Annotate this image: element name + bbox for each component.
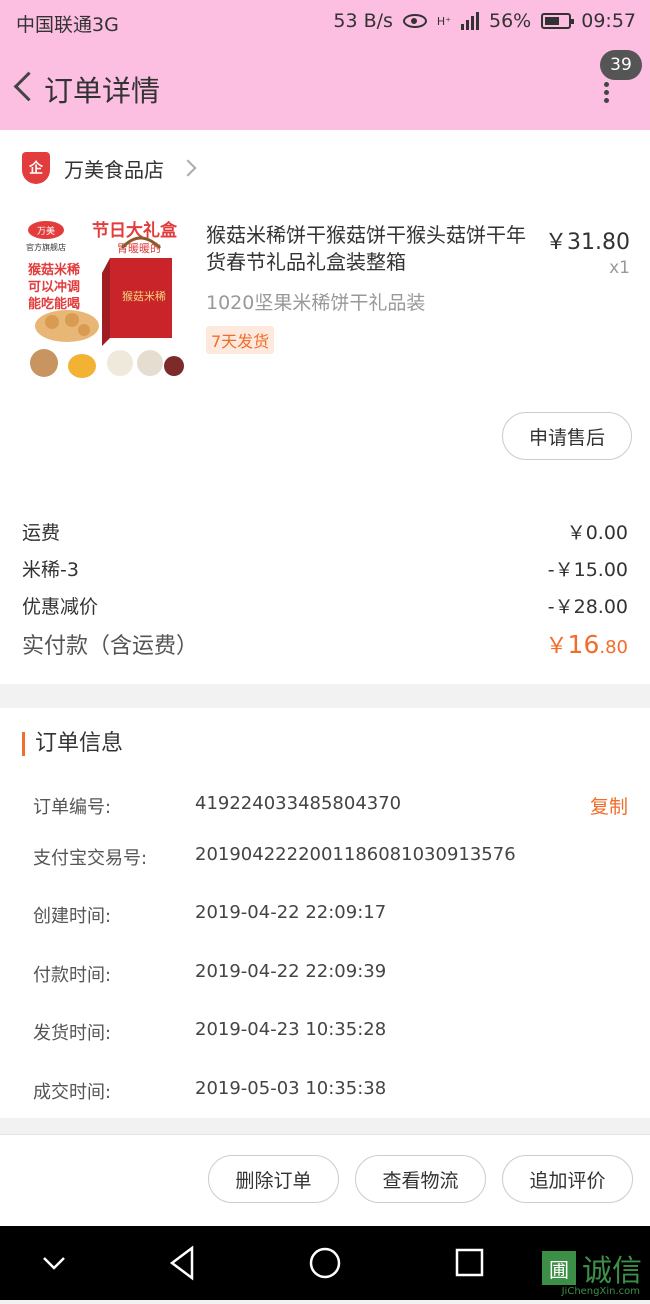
image-side-line-2: 可以冲调: [28, 279, 80, 295]
total-decimal: .80: [599, 637, 628, 658]
summary-label: 米稀-3: [22, 559, 79, 581]
total-integer: 16: [567, 630, 600, 659]
image-box-text: 猴菇米稀: [122, 289, 166, 303]
info-label: 发货时间:: [33, 1023, 112, 1044]
product-spec: 1020坚果米稀饼干礼品装: [206, 292, 426, 314]
battery-percent: 56%: [489, 10, 532, 32]
carrier-label: 中国联通3G: [16, 14, 119, 36]
after-sale-button[interactable]: 申请售后: [502, 412, 632, 460]
nav-recent-icon: [455, 1248, 484, 1277]
info-label: 订单编号:: [33, 797, 112, 818]
total-label: 实付款（含运费）: [22, 634, 199, 659]
signal-icon: [461, 12, 479, 30]
enterprise-shop-icon: 企: [22, 152, 50, 184]
total-currency: ￥: [545, 634, 568, 659]
message-badge: 39: [600, 50, 642, 80]
summary-value: -￥28.00: [547, 596, 628, 618]
info-label: 支付宝交易号:: [33, 848, 148, 869]
watermark-logo: 圃 诚信: [542, 1246, 642, 1290]
product-quantity: x1: [609, 258, 630, 278]
info-value: 2019-04-22 22:09:39: [195, 961, 387, 982]
total-value: ￥16.80: [546, 628, 628, 660]
info-value: 2019-04-23 10:35:28: [195, 1019, 387, 1040]
info-label: 付款时间:: [33, 965, 112, 986]
product-title[interactable]: 猴菇米稀饼干猴菇饼干猴头菇饼干年货春节礼品礼盒装整箱: [206, 222, 538, 276]
nav-back-icon: [169, 1245, 194, 1281]
image-logo-text: 万美: [37, 225, 55, 237]
image-side-line-1: 猴菇米稀: [28, 262, 80, 278]
watermark-icon: 圃: [542, 1251, 576, 1285]
summary-row-discount: 优惠减价 -￥28.00: [22, 592, 628, 619]
app-header: 中国联通3G 53 B/s H⁺ 56% 09:57 订单详情 39: [0, 0, 650, 130]
network-speed: 53 B/s: [333, 10, 393, 32]
order-info-section: 订单信息 复制 订单编号: 419224033485804370 支付宝交易号: 2…: [0, 708, 650, 1118]
shop-name: 万美食品店: [64, 157, 164, 182]
eye-comfort-icon: [402, 14, 427, 28]
summary-row-coupon: 米稀-3 -￥15.00: [22, 555, 628, 582]
clock: 09:57: [581, 10, 636, 32]
summary-value: -￥15.00: [547, 559, 628, 581]
info-label: 成交时间:: [33, 1082, 112, 1103]
summary-row-shipping: 运费 ￥0.00: [22, 518, 628, 545]
image-side-line-3: 能吃能喝: [28, 296, 80, 312]
battery-icon: [541, 13, 575, 29]
chevron-right-icon: [179, 159, 197, 177]
info-value: 2019-05-03 10:35:38: [195, 1078, 387, 1099]
shop-link[interactable]: 企 万美食品店: [22, 152, 197, 184]
info-value: 2019-04-22 22:09:17: [195, 902, 387, 923]
back-arrow-icon[interactable]: [10, 68, 40, 108]
summary-row-total: 实付款（含运费） ￥16.80: [22, 628, 628, 660]
info-value: 2019042222001186081030913576: [195, 844, 516, 865]
status-bar: 中国联通3G 53 B/s H⁺ 56% 09:57: [0, 0, 650, 44]
summary-label: 优惠减价: [22, 596, 99, 618]
order-card: 企 万美食品店 万美 官方旗舰店 节日大礼盒 胃暖暖的 猴菇米稀 可以冲调 能吃…: [0, 130, 650, 684]
copy-button[interactable]: 复制: [590, 792, 628, 819]
view-logistics-button[interactable]: 查看物流: [355, 1155, 486, 1203]
add-review-button[interactable]: 追加评价: [502, 1155, 633, 1203]
info-label: 创建时间:: [33, 906, 112, 927]
chevron-down-icon: [43, 1257, 65, 1270]
summary-label: 运费: [22, 522, 61, 544]
summary-value: ￥0.00: [566, 522, 628, 544]
page-title: 订单详情: [44, 74, 161, 108]
product-image[interactable]: 万美 官方旗舰店 节日大礼盒 胃暖暖的 猴菇米稀 可以冲调 能吃能喝 猴菇米稀: [22, 218, 184, 382]
nav-home-icon: [309, 1247, 341, 1279]
more-icon[interactable]: [600, 82, 612, 104]
network-type-icon: H⁺: [436, 14, 451, 28]
info-value: 419224033485804370: [195, 793, 402, 814]
image-shop-label: 官方旗舰店: [26, 242, 66, 252]
watermark-url: JiChengXin.com: [561, 1286, 640, 1297]
nav-bar: 订单详情 39: [0, 50, 650, 126]
action-bar: 删除订单 查看物流 追加评价: [0, 1134, 650, 1227]
shipping-tag: 7天发货: [206, 326, 275, 354]
product-price: ￥31.80: [545, 230, 630, 255]
delete-order-button[interactable]: 删除订单: [208, 1155, 339, 1203]
order-info-title: 订单信息: [22, 732, 123, 756]
watermark-text: 诚信: [582, 1254, 642, 1289]
